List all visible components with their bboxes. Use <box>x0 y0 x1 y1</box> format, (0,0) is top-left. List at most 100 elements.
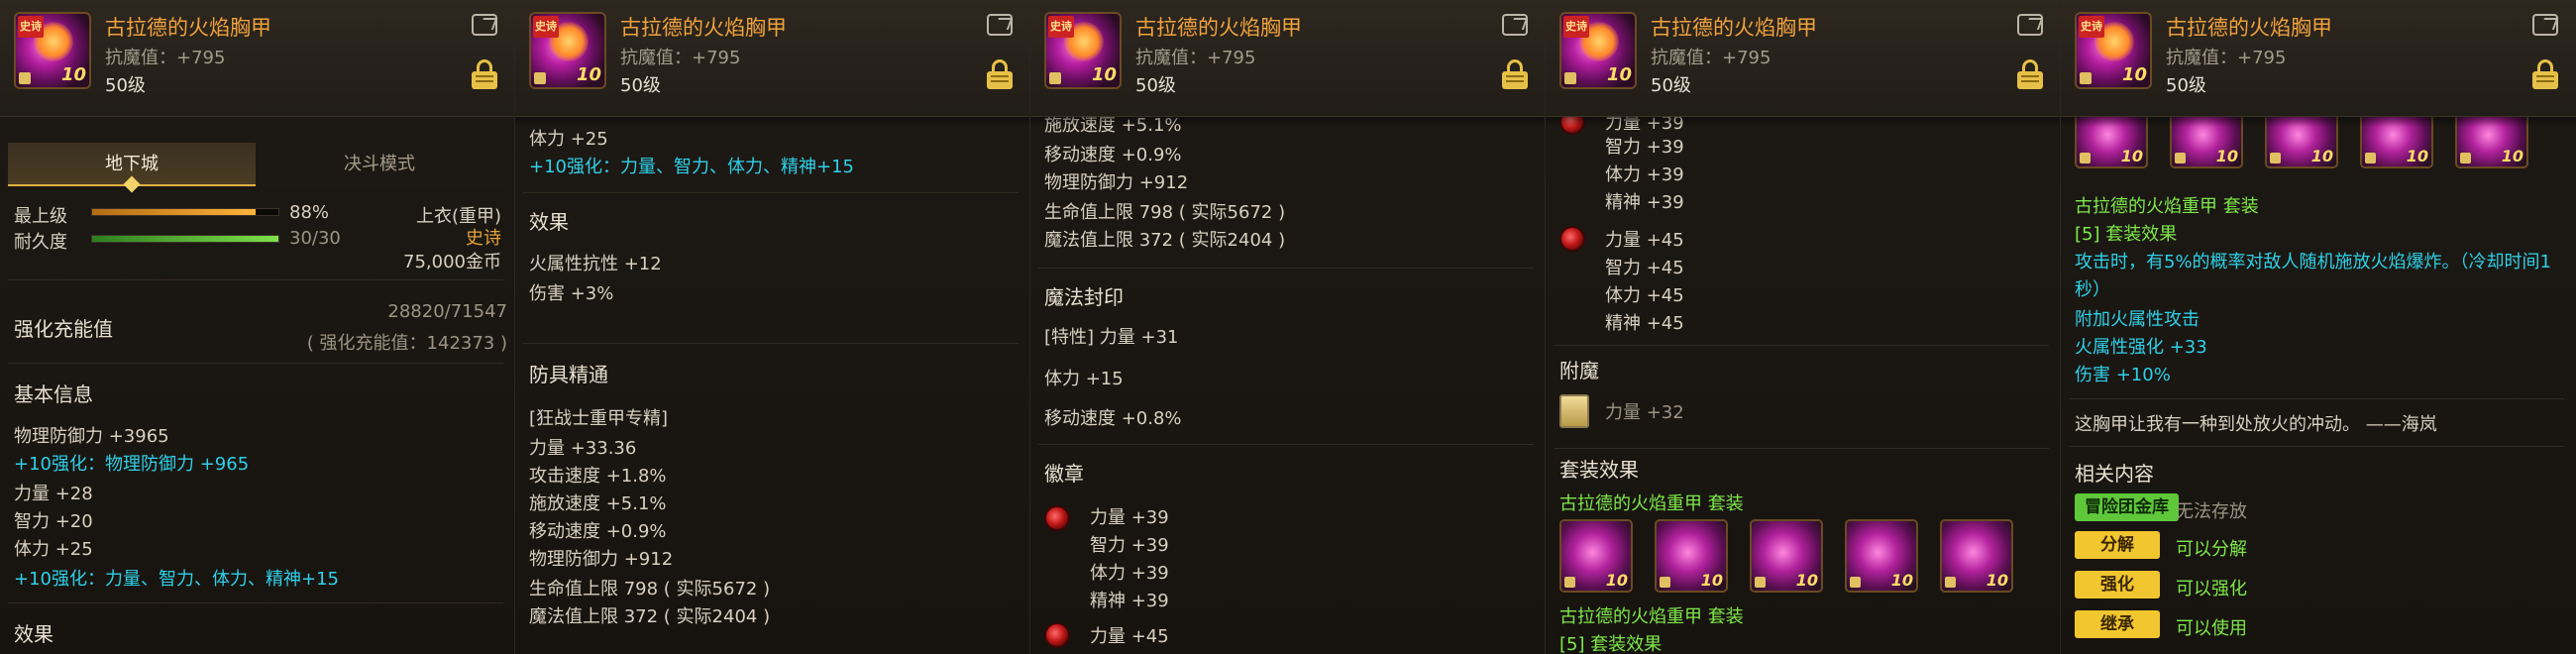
emblem-spi: 精神 +39 <box>1605 192 1684 213</box>
tooltip-body: 力量 +39 智力 +39 体力 +39 精神 +39 力量 +45 智力 +4… <box>1546 109 2060 654</box>
emblem-int: 智力 +39 <box>1605 137 1684 158</box>
enhance-button[interactable]: 强化 <box>2075 571 2160 599</box>
share-icon[interactable] <box>1502 14 1528 36</box>
lock-icon[interactable] <box>2017 59 2043 89</box>
damage: 伤害 +10% <box>2075 365 2171 385</box>
disassemble-button[interactable]: 分解 <box>2075 531 2160 559</box>
plus10-stats: +10强化：力量、智力、体力、精神+15 <box>529 157 854 177</box>
item-level: 50级 <box>1651 75 1691 96</box>
emblem2-int: 智力 +45 <box>1605 258 1684 278</box>
basic-info-heading: 基本信息 <box>14 382 93 406</box>
mastery-type: [狂战士重甲专精] <box>529 408 669 429</box>
lock-icon[interactable] <box>1502 59 1528 89</box>
item-level: 50级 <box>105 75 146 96</box>
emblem-vit: 体力 +39 <box>1090 563 1169 584</box>
durability-label: 耐久度 <box>14 232 67 253</box>
set-name: 古拉德的火焰重甲 套装 <box>2075 196 2259 217</box>
enhance-status: 可以强化 <box>2176 579 2247 600</box>
tooltip-panel-3: 史诗 10 古拉德的火焰胸甲 抗魔值：+795 50级 施放速度 +5.1% 移… <box>1030 0 1546 654</box>
lock-icon[interactable] <box>987 59 1013 89</box>
fire-enhance: 火属性强化 +33 <box>2075 337 2207 358</box>
disassemble-status: 可以分解 <box>2176 539 2247 560</box>
item-icon-level: 10 <box>1091 64 1117 85</box>
stat-int: 智力 +20 <box>14 511 93 532</box>
hp-max: 生命值上限 798 ( 实际5672 ) <box>1044 202 1286 223</box>
magic-resist: 抗魔值：+795 <box>620 48 741 68</box>
storage-badge: 冒险团金库 <box>2075 493 2179 521</box>
tooltip-body: 地下城 决斗模式 最上级 88% 耐久度 30/30 上衣(重甲) 史诗 75,… <box>0 117 514 654</box>
item-title: 古拉德的火焰胸甲 <box>620 16 787 40</box>
damage: 伤害 +3% <box>529 283 614 304</box>
tab-duel[interactable]: 决斗模式 <box>256 143 503 186</box>
item-icon: 史诗 10 <box>1044 12 1122 89</box>
inherit-button[interactable]: 继承 <box>2075 610 2160 638</box>
set-piece-icon-2[interactable]: 10 <box>1655 519 1728 593</box>
set-piece-icon-3[interactable]: 10 <box>1750 519 1823 593</box>
price: 75,000金币 <box>403 252 501 272</box>
share-icon[interactable] <box>472 14 497 36</box>
mastery-move-speed: 移动速度 +0.9% <box>529 521 667 542</box>
item-icon-level: 10 <box>576 64 601 85</box>
set-piece-icon-1[interactable]: 10 <box>1559 519 1633 593</box>
set-piece-icon-4[interactable]: 10 <box>1845 519 1918 593</box>
emblem2-str: 力量 +45 <box>1090 626 1169 647</box>
storage-status: 无法存放 <box>2176 501 2247 522</box>
item-header: 史诗 10 古拉德的火焰胸甲 抗魔值：+795 50级 <box>2061 0 2576 117</box>
plus10-phys: +10强化：物理防御力 +965 <box>14 454 250 475</box>
magic-resist: 抗魔值：+795 <box>2166 48 2287 68</box>
emblem-red-icon-2 <box>1044 622 1070 648</box>
item-icon-tag: 史诗 <box>18 16 44 38</box>
set-count: [5] 套装效果 <box>1559 634 1663 654</box>
item-icon-tag: 史诗 <box>533 16 559 38</box>
share-icon[interactable] <box>987 14 1013 36</box>
effect-heading: 效果 <box>14 622 54 646</box>
rarity: 史诗 <box>466 228 501 249</box>
mastery-str: 力量 +33.36 <box>529 438 637 459</box>
emblem-heading: 徽章 <box>1044 462 1084 486</box>
item-icon: 史诗 10 <box>1559 12 1637 89</box>
magic-resist: 抗魔值：+795 <box>105 48 226 68</box>
item-title: 古拉德的火焰胸甲 <box>1135 16 1302 40</box>
max-level-label: 最上级 <box>14 206 67 227</box>
item-icon: 史诗 10 <box>2075 12 2152 89</box>
set-piece-icon-5[interactable]: 10 <box>1940 519 2013 593</box>
mp-max: 魔法值上限 372 ( 实际2404 ) <box>1044 230 1286 251</box>
item-header: 史诗 10 古拉德的火焰胸甲 抗魔值：+795 50级 <box>0 0 514 117</box>
item-level: 50级 <box>2166 75 2206 96</box>
magic-resist: 抗魔值：+795 <box>1135 48 1256 68</box>
item-icon-level: 10 <box>1606 64 1632 85</box>
emblem-vit: 体力 +39 <box>1605 164 1684 185</box>
share-icon[interactable] <box>2532 14 2558 36</box>
tooltip-body: 10 10 10 10 10 古拉德的火焰重甲 套装 [5] 套装效果 攻击时，… <box>2061 107 2576 654</box>
item-icon-tag: 史诗 <box>1048 16 1074 38</box>
lock-icon[interactable] <box>2532 59 2558 89</box>
enhance-sub: ( 强化充能值：142373 ) <box>306 333 507 354</box>
enchant-str: 力量 +32 <box>1605 402 1684 423</box>
share-icon[interactable] <box>2017 14 2043 36</box>
phys-def: 物理防御力 +3965 <box>14 426 169 447</box>
item-icon: 史诗 10 <box>14 12 91 89</box>
item-icon-tag: 史诗 <box>1563 16 1589 38</box>
phys-def: 物理防御力 +912 <box>1044 172 1189 193</box>
item-header: 史诗 10 古拉德的火焰胸甲 抗魔值：+795 50级 <box>1546 0 2060 117</box>
item-icon: 史诗 10 <box>529 12 606 89</box>
seal-move: 移动速度 +0.8% <box>1044 408 1182 429</box>
item-title: 古拉德的火焰胸甲 <box>1651 16 1817 40</box>
emblem-spi: 精神 +39 <box>1090 591 1169 611</box>
set-name: 古拉德的火焰重甲 套装 <box>1559 493 1744 514</box>
stat-vit: 体力 +25 <box>529 129 608 150</box>
seal-vit: 体力 +15 <box>1044 369 1124 389</box>
mastery-atk-speed: 攻击速度 +1.8% <box>529 466 667 487</box>
fire-attack: 附加火属性攻击 <box>2075 309 2200 330</box>
mastery-mp: 魔法值上限 372 ( 实际2404 ) <box>529 606 771 627</box>
item-header: 史诗 10 古拉德的火焰胸甲 抗魔值：+795 50级 <box>515 0 1029 117</box>
stat-vit: 体力 +25 <box>14 539 93 560</box>
enhance-value: 28820/71547 <box>387 301 507 322</box>
item-icon-level: 10 <box>60 64 86 85</box>
inherit-status: 可以使用 <box>2176 618 2247 639</box>
tooltip-panel-4: 史诗 10 古拉德的火焰胸甲 抗魔值：+795 50级 力量 +39 智力 +3… <box>1546 0 2061 654</box>
lock-icon[interactable] <box>472 59 497 89</box>
max-level-bar <box>91 208 279 216</box>
emblem2-str: 力量 +45 <box>1605 230 1684 251</box>
effect-heading: 效果 <box>529 210 569 234</box>
